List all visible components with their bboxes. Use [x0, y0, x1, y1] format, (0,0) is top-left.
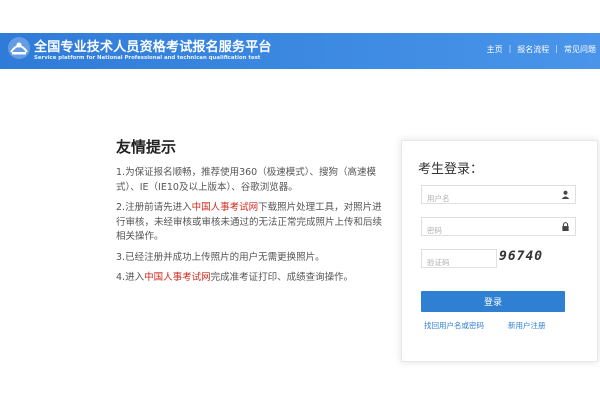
nav-process[interactable]: 报名流程: [517, 44, 549, 55]
tips-title: 友情提示: [116, 138, 177, 156]
username-input[interactable]: [422, 190, 547, 207]
tip-item-3: 3.已经注册并成功上传照片的用户无需更换照片。: [116, 251, 325, 263]
nav-separator: |: [555, 44, 558, 53]
tip-text: 完成准考证打印、成绩查询操作。: [210, 272, 354, 283]
password-field: [421, 217, 576, 239]
register-link[interactable]: 新用户注册: [508, 320, 546, 331]
tip-item-4: 4.进入中国人事考试网完成准考证打印、成绩查询操作。: [116, 271, 391, 286]
tip-item-1: 1.为保证报名顺畅，推荐使用360（极速模式）、搜狗（高速模式）、IE（IE10…: [116, 167, 376, 193]
site-subtitle: Service platform for National Profession…: [34, 55, 261, 61]
tip-item-2: 2.注册前请先进入中国人事考试网下载照片处理工具，对照片进行审核，未经审核或审核…: [116, 201, 391, 245]
nav-separator: |: [508, 44, 512, 53]
tip-text: 2.注册前请先进入: [116, 202, 192, 213]
tip-text: 4.进入: [116, 272, 145, 283]
cpta-link[interactable]: 中国人事考试网: [192, 202, 259, 213]
login-button[interactable]: 登录: [421, 291, 565, 312]
captcha-field: [421, 249, 497, 271]
login-card: 考生登录： 96740 登录 找回用户名或密码 新用户注册: [401, 140, 598, 362]
captcha-image[interactable]: 96740: [499, 249, 557, 271]
cpta-link[interactable]: 中国人事考试网: [144, 272, 211, 283]
nav-home[interactable]: 主页: [487, 44, 503, 55]
forgot-password-link[interactable]: 找回用户名或密码: [424, 320, 484, 331]
tips-panel: 友情提示 1.为保证报名顺畅，推荐使用360（极速模式）、搜狗（高速模式）、IE…: [116, 136, 391, 292]
captcha-input[interactable]: [422, 254, 495, 271]
nav-faq[interactable]: 常见问题: [564, 44, 596, 55]
header-bar: 全国专业技术人员资格考试报名服务平台 Service platform for …: [0, 33, 600, 69]
lock-icon: [562, 222, 569, 231]
user-icon: [561, 190, 570, 199]
logo-icon: [8, 37, 30, 59]
login-title: 考生登录：: [418, 162, 484, 177]
site-title: 全国专业技术人员资格考试报名服务平台: [34, 40, 272, 55]
username-field: [421, 185, 576, 207]
top-nav: 主页 | 报名流程 | 常见问题: [487, 44, 596, 55]
password-input[interactable]: [422, 222, 547, 239]
